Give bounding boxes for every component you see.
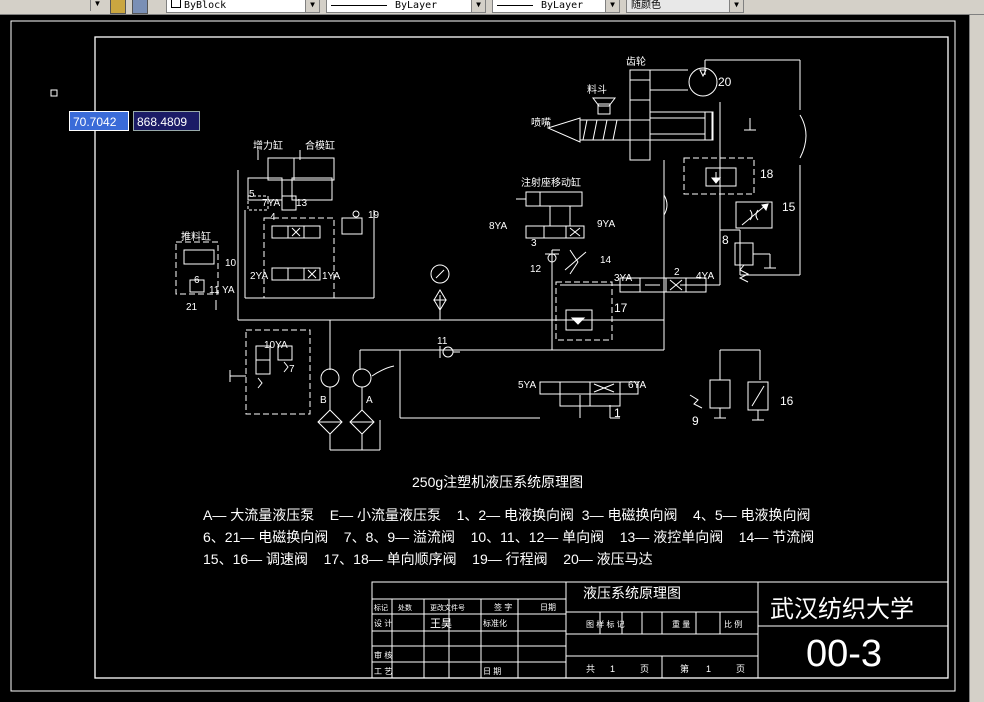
label-n6: 6: [194, 275, 200, 286]
tb-weight: 重 量: [672, 619, 690, 629]
pump-B: [317, 368, 343, 450]
label-n4: 4: [270, 212, 276, 223]
label-ya6: 6YA: [628, 380, 646, 391]
vertical-scrollbar[interactable]: [969, 15, 984, 702]
legend-line-1: A— 大流量液压泵 E— 小流量液压泵 1、2— 电液换向阀 3— 电磁换向阀 …: [203, 507, 811, 523]
label-ya2: 2YA: [250, 271, 268, 282]
valve-3: [525, 206, 585, 239]
tb-stage: 图 样 标 记: [586, 619, 625, 629]
sequence-valve-17: [555, 281, 613, 341]
relief-valve-8: [734, 242, 776, 283]
label-ya1: 1YA: [322, 271, 340, 282]
directional-valve-1: [539, 381, 639, 407]
tb-sheet-page2: 页: [736, 664, 745, 674]
label-ya5: 5YA: [518, 380, 536, 391]
label-n18: 18: [760, 167, 774, 181]
label-n13: 13: [296, 198, 308, 209]
tb-school: 武汉纺织大学: [770, 596, 914, 623]
label-ya4: 4YA: [696, 271, 714, 282]
dynamic-input-x[interactable]: 70.7042: [69, 111, 129, 131]
tb-sheet-no: 第: [680, 663, 689, 674]
tb-process: 工 艺: [374, 667, 392, 676]
label-pumpB: B: [320, 395, 327, 406]
speed-valve-16: [747, 381, 769, 421]
label-n19: 19: [368, 210, 380, 221]
label-ya3: 3YA: [614, 273, 632, 284]
label-n7: 7: [289, 364, 295, 375]
check-valve-11: [439, 346, 460, 358]
label-push-cyl: 推料缸: [181, 230, 211, 243]
label-n17: 17: [614, 301, 628, 315]
label-n12: 12: [530, 264, 542, 275]
label-n15: 15: [782, 200, 796, 214]
tb-review: 审 核: [374, 650, 392, 660]
label-pumpA: A: [366, 395, 373, 406]
tb-header-date: 日期: [540, 603, 556, 612]
tb-header-mark: 标记: [374, 603, 388, 612]
label-n3: 3: [531, 238, 537, 249]
label-n1: 1: [614, 406, 621, 420]
label-n5: 5: [249, 189, 255, 200]
label-n10: 10: [225, 258, 237, 269]
label-booster-cyl: 增力缸: [253, 139, 283, 152]
tb-standard: 标准化: [483, 618, 507, 628]
label-n16: 16: [780, 394, 794, 408]
label-mold-cyl: 合模缸: [305, 139, 335, 152]
tb-designer-role: 设 计: [374, 618, 392, 628]
sequence-valve-18: [683, 157, 755, 195]
tb-sheet-no-val: 1: [706, 664, 711, 674]
tb-scale: 比 例: [724, 619, 742, 629]
legend-line-3: 15、16— 调速阀 17、18— 单向顺序阀 19— 行程阀 20— 液压马达: [203, 551, 653, 567]
tb-sheet-page: 页: [640, 664, 649, 674]
throttle-valve-14: [564, 249, 587, 275]
injector-cylinder: [516, 191, 583, 207]
dynamic-input-y[interactable]: 868.4809: [133, 111, 200, 131]
tb-drawing-name: 液压系统原理图: [583, 585, 681, 601]
label-ya10: 10YA: [264, 340, 288, 351]
clamp-circuit: [175, 150, 363, 310]
label-n8: 8: [722, 233, 729, 247]
label-n9: 9: [692, 414, 699, 428]
label-n2: 2: [674, 267, 680, 278]
label-ya7: 7YA: [262, 198, 280, 209]
tb-header-sign: 签 字: [494, 602, 512, 612]
label-ya9: 9YA: [597, 219, 615, 230]
speed-valve-15: [735, 201, 773, 229]
legend-line-2: 6、21— 电磁换向阀 7、8、9— 溢流阀 10、11、12— 单向阀 13—…: [203, 529, 814, 545]
tb-header-count: 处数: [398, 603, 412, 612]
label-nozzle: 喷嘴: [531, 117, 551, 129]
tb-code: 00-3: [806, 633, 882, 675]
pickbox-cursor: [50, 89, 58, 97]
tb-sheet-total: 共: [586, 664, 595, 674]
tb-designer: 王昊: [430, 617, 452, 630]
tb-date: 日 期: [483, 667, 501, 676]
label-ya11: 11 YA: [209, 285, 235, 296]
drawing-svg: 齿轮 料斗 喷嘴 增力缸 合模缸 推料缸 注射座移动缸 20 18 15 8 1…: [10, 20, 956, 692]
label-n21: 21: [186, 302, 198, 313]
tb-sheet-total-val: 1: [610, 664, 615, 674]
label-injector-cyl: 注射座移动缸: [521, 176, 581, 189]
hydraulic-lines: [237, 59, 801, 450]
label-n11: 11: [437, 336, 448, 347]
label-n20: 20: [718, 75, 732, 89]
drawing-title: 250g注塑机液压系统原理图: [412, 474, 583, 490]
label-ya8: 8YA: [489, 221, 507, 232]
relief-valve-9: [689, 379, 731, 419]
pump-A: [330, 365, 395, 451]
label-gear: 齿轮: [626, 55, 646, 68]
label-hopper: 料斗: [587, 83, 607, 96]
tb-header-file: 更改文件号: [430, 603, 465, 612]
label-n14: 14: [600, 255, 612, 266]
